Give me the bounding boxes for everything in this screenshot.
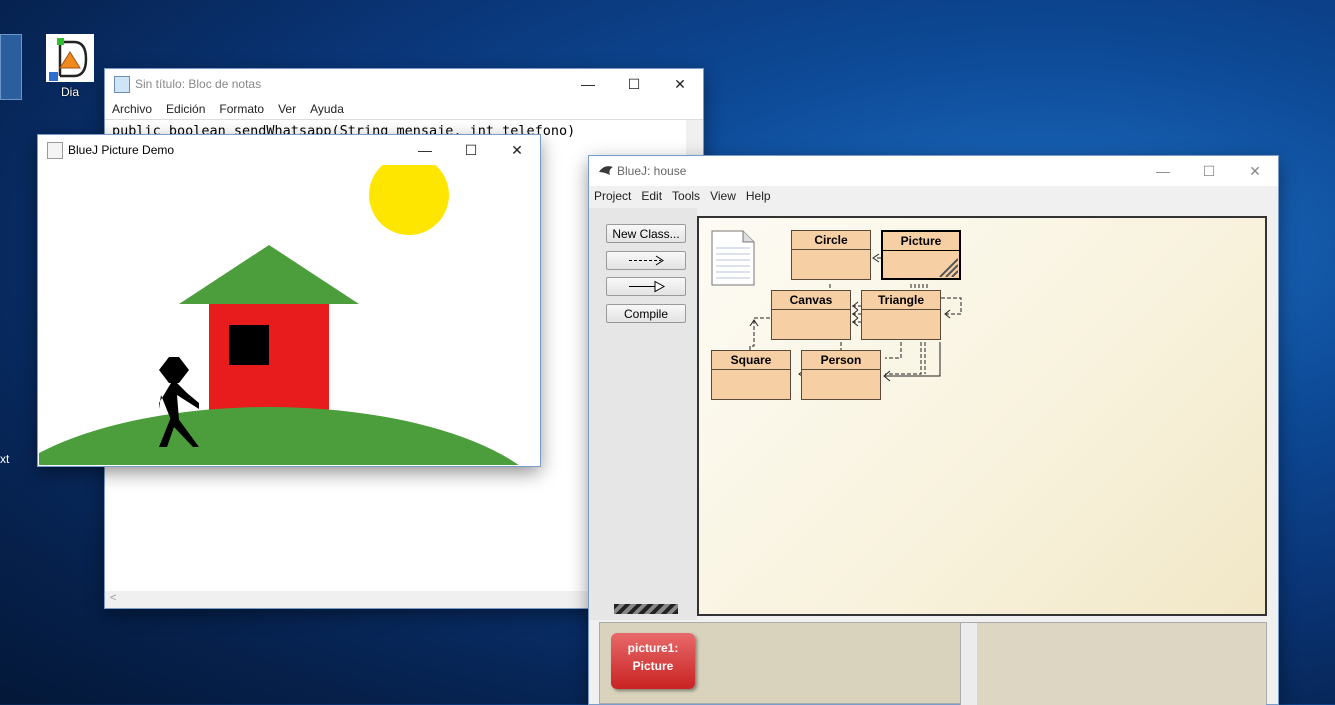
menu-project[interactable]: Project — [589, 186, 636, 206]
minimize-icon[interactable]: — — [565, 69, 611, 99]
java-icon — [47, 142, 63, 159]
bluej-menubar: Project Edit Tools View Help — [589, 186, 1278, 206]
notepad-horizontal-scrollbar[interactable]: < — [105, 591, 605, 608]
object-bench: picture1: Picture — [599, 622, 1267, 705]
bluej-toolbar: New Class... Compile — [589, 208, 697, 620]
class-name: Person — [802, 351, 880, 370]
class-square[interactable]: Square — [711, 350, 791, 400]
new-class-button[interactable]: New Class... — [606, 224, 686, 243]
menu-help[interactable]: Help — [741, 186, 776, 206]
menu-formato[interactable]: Formato — [212, 99, 271, 119]
hill — [39, 407, 519, 465]
class-triangle[interactable]: Triangle — [861, 290, 941, 340]
bluej-bird-icon — [598, 164, 614, 176]
object-picture1[interactable]: picture1: Picture — [611, 633, 695, 689]
desktop-edge-text: xt — [0, 452, 10, 466]
menu-ayuda[interactable]: Ayuda — [303, 99, 351, 119]
notepad-app-icon — [114, 76, 130, 93]
notepad-divider — [105, 119, 703, 120]
class-picture[interactable]: Picture — [881, 230, 961, 280]
class-circle[interactable]: Circle — [791, 230, 871, 280]
object-type: Picture — [632, 659, 674, 673]
codepad-area[interactable] — [977, 623, 1266, 705]
maximize-icon[interactable]: ☐ — [448, 135, 494, 165]
progress-indicator — [614, 604, 678, 614]
class-name: Triangle — [862, 291, 940, 310]
uncompiled-stripes-icon — [939, 258, 958, 277]
class-canvas[interactable]: Canvas — [771, 290, 851, 340]
object-name: picture1: — [627, 641, 679, 655]
dia-icon-label: Dia — [60, 85, 79, 99]
notepad-titlebar[interactable]: Sin título: Bloc de notas — ☐ ✕ — [105, 69, 703, 99]
menu-tools[interactable]: Tools — [667, 186, 705, 206]
uses-arrow-button[interactable] — [606, 251, 686, 270]
close-icon[interactable]: ✕ — [657, 69, 703, 99]
sun — [369, 165, 449, 235]
picture-canvas — [39, 165, 539, 465]
bluej-titlebar[interactable]: BlueJ: house — ☐ ✕ — [589, 156, 1278, 186]
menu-archivo[interactable]: Archivo — [105, 99, 159, 119]
menu-ver[interactable]: Ver — [271, 99, 303, 119]
menu-edicion[interactable]: Edición — [159, 99, 212, 119]
class-diagram[interactable]: Circle Picture Canvas Triangle Square Pe… — [697, 216, 1267, 616]
class-name: Square — [712, 351, 790, 370]
picture-demo-window: BlueJ Picture Demo — ☐ ✕ — [38, 135, 540, 466]
notepad-menubar: Archivo Edición Formato Ver Ayuda — [105, 99, 703, 119]
class-name: Picture — [883, 232, 959, 251]
bench-divider[interactable] — [960, 623, 978, 705]
close-icon[interactable]: ✕ — [1232, 156, 1278, 186]
picture-demo-title: BlueJ Picture Demo — [68, 143, 175, 157]
class-person[interactable]: Person — [801, 350, 881, 400]
inherit-arrow-button[interactable] — [606, 277, 686, 296]
dependency-arrows — [749, 253, 962, 388]
menu-view[interactable]: View — [705, 186, 741, 206]
bluej-title: BlueJ: house — [617, 164, 687, 178]
maximize-icon[interactable]: ☐ — [1186, 156, 1232, 186]
minimize-icon[interactable]: — — [1140, 156, 1186, 186]
close-icon[interactable]: ✕ — [494, 135, 540, 165]
minimize-icon[interactable]: — — [402, 135, 448, 165]
desktop-tile[interactable] — [0, 34, 22, 100]
scroll-left-icon[interactable]: < — [110, 592, 116, 604]
compile-button[interactable]: Compile — [606, 304, 686, 323]
class-name: Circle — [792, 231, 870, 250]
menu-edit[interactable]: Edit — [636, 186, 667, 206]
notepad-title: Sin título: Bloc de notas — [135, 77, 262, 91]
bluej-window: BlueJ: house — ☐ ✕ Project Edit Tools Vi… — [589, 156, 1278, 705]
picture-demo-titlebar[interactable]: BlueJ Picture Demo — ☐ ✕ — [38, 135, 540, 165]
dia-app-icon[interactable] — [46, 34, 94, 82]
maximize-icon[interactable]: ☐ — [611, 69, 657, 99]
roof — [179, 245, 359, 304]
class-name: Canvas — [772, 291, 850, 310]
house-window — [229, 325, 269, 365]
